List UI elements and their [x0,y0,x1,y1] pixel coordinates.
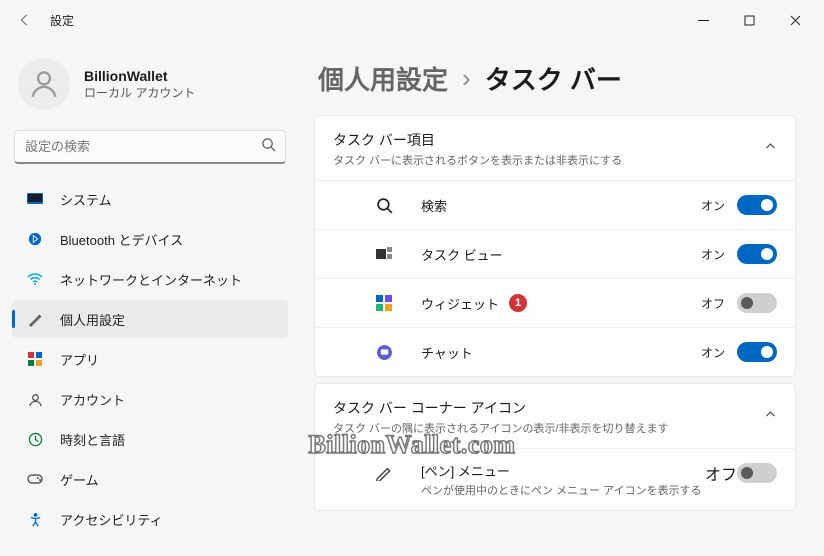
toggle-chat[interactable] [737,342,777,362]
sidebar-item-personalization[interactable]: 個人用設定 [12,300,288,338]
section-header[interactable]: タスク バー項目 タスク バーに表示されるボタンを表示または非表示にする [315,116,795,180]
sidebar-item-label: アプリ [60,350,99,369]
toggle-search[interactable] [737,195,777,215]
section-subtitle: タスク バーに表示されるボタンを表示または非表示にする [333,152,622,168]
apps-icon [26,350,44,368]
toggle-state: オフ [705,461,737,485]
chevron-right-icon: › [462,63,471,94]
search-input[interactable] [14,130,286,164]
account-name: BillionWallet [84,68,195,84]
sidebar-item-label: 個人用設定 [60,310,125,329]
accessibility-icon [26,510,44,528]
gaming-icon [26,470,44,488]
system-icon [26,190,44,208]
close-button[interactable] [772,4,818,36]
pen-icon [373,463,395,481]
breadcrumb-parent[interactable]: 個人用設定 [318,60,448,97]
chevron-up-icon [764,408,777,426]
section-subtitle: タスク バーの隅に表示されるアイコンの表示/非表示を切り替えます [333,420,669,436]
row-search: 検索 オン [315,180,795,229]
account-block[interactable]: BillionWallet ローカル アカウント [12,52,288,124]
chevron-up-icon [764,140,777,158]
row-label: [ペン] メニュー [421,461,702,480]
sidebar-item-time-language[interactable]: 時刻と言語 [12,420,288,458]
row-label: 検索 [421,196,447,215]
toggle-widgets[interactable] [737,293,777,313]
window-title: 設定 [50,12,74,29]
bluetooth-icon [26,230,44,248]
sidebar-item-network[interactable]: ネットワークとインターネット [12,260,288,298]
personalization-icon [26,310,44,328]
back-button[interactable] [14,9,36,31]
row-chat: チャット オン [315,327,795,376]
toggle-task-view[interactable] [737,244,777,264]
sidebar-item-label: Bluetooth とデバイス [60,230,183,249]
row-sublabel: ペンが使用中のときにペン メニュー アイコンを表示する [421,482,702,498]
sidebar-item-apps[interactable]: アプリ [12,340,288,378]
section-title: タスク バー項目 [333,130,622,150]
row-label: チャット [421,343,473,362]
sidebar-item-accounts[interactable]: アカウント [12,380,288,418]
notification-badge: 1 [509,294,527,312]
time-icon [26,430,44,448]
sidebar-item-accessibility[interactable]: アクセシビリティ [12,500,288,538]
section-taskbar-items: タスク バー項目 タスク バーに表示されるボタンを表示または非表示にする 検索 … [314,115,796,377]
sidebar-item-label: 時刻と言語 [60,430,125,449]
widgets-icon [373,295,395,311]
toggle-state: オン [701,246,725,263]
toggle-state: オン [701,197,725,214]
breadcrumb-current: タスク バー [485,60,622,97]
accounts-icon [26,390,44,408]
sidebar-item-label: ゲーム [60,470,99,489]
row-label: ウィジェット [421,294,499,313]
sidebar-item-system[interactable]: システム [12,180,288,218]
search-icon [373,197,395,214]
breadcrumb: 個人用設定 › タスク バー [318,60,796,97]
section-title: タスク バー コーナー アイコン [333,398,669,418]
sidebar-item-label: ネットワークとインターネット [60,270,242,289]
row-pen-menu: [ペン] メニュー ペンが使用中のときにペン メニュー アイコンを表示する オフ [315,448,795,510]
sidebar-item-label: アカウント [60,390,125,409]
avatar [18,58,70,110]
section-corner-icons: タスク バー コーナー アイコン タスク バーの隅に表示されるアイコンの表示/非… [314,383,796,511]
maximize-button[interactable] [726,4,772,36]
sidebar-item-bluetooth[interactable]: Bluetooth とデバイス [12,220,288,258]
chat-icon [373,344,395,361]
sidebar-item-label: システム [60,190,112,209]
account-type: ローカル アカウント [84,84,195,101]
wifi-icon [26,270,44,288]
toggle-state: オン [701,344,725,361]
toggle-state: オフ [701,295,725,312]
toggle-pen-menu[interactable] [737,463,777,483]
row-task-view: タスク ビュー オン [315,229,795,278]
search-box[interactable] [14,130,286,164]
row-widgets: ウィジェット 1 オフ [315,278,795,327]
task-view-icon [373,247,395,261]
row-label: タスク ビュー [421,245,503,264]
minimize-button[interactable] [680,4,726,36]
sidebar-item-gaming[interactable]: ゲーム [12,460,288,498]
search-icon [261,137,276,157]
sidebar-item-label: アクセシビリティ [60,510,163,529]
section-header[interactable]: タスク バー コーナー アイコン タスク バーの隅に表示されるアイコンの表示/非… [315,384,795,448]
